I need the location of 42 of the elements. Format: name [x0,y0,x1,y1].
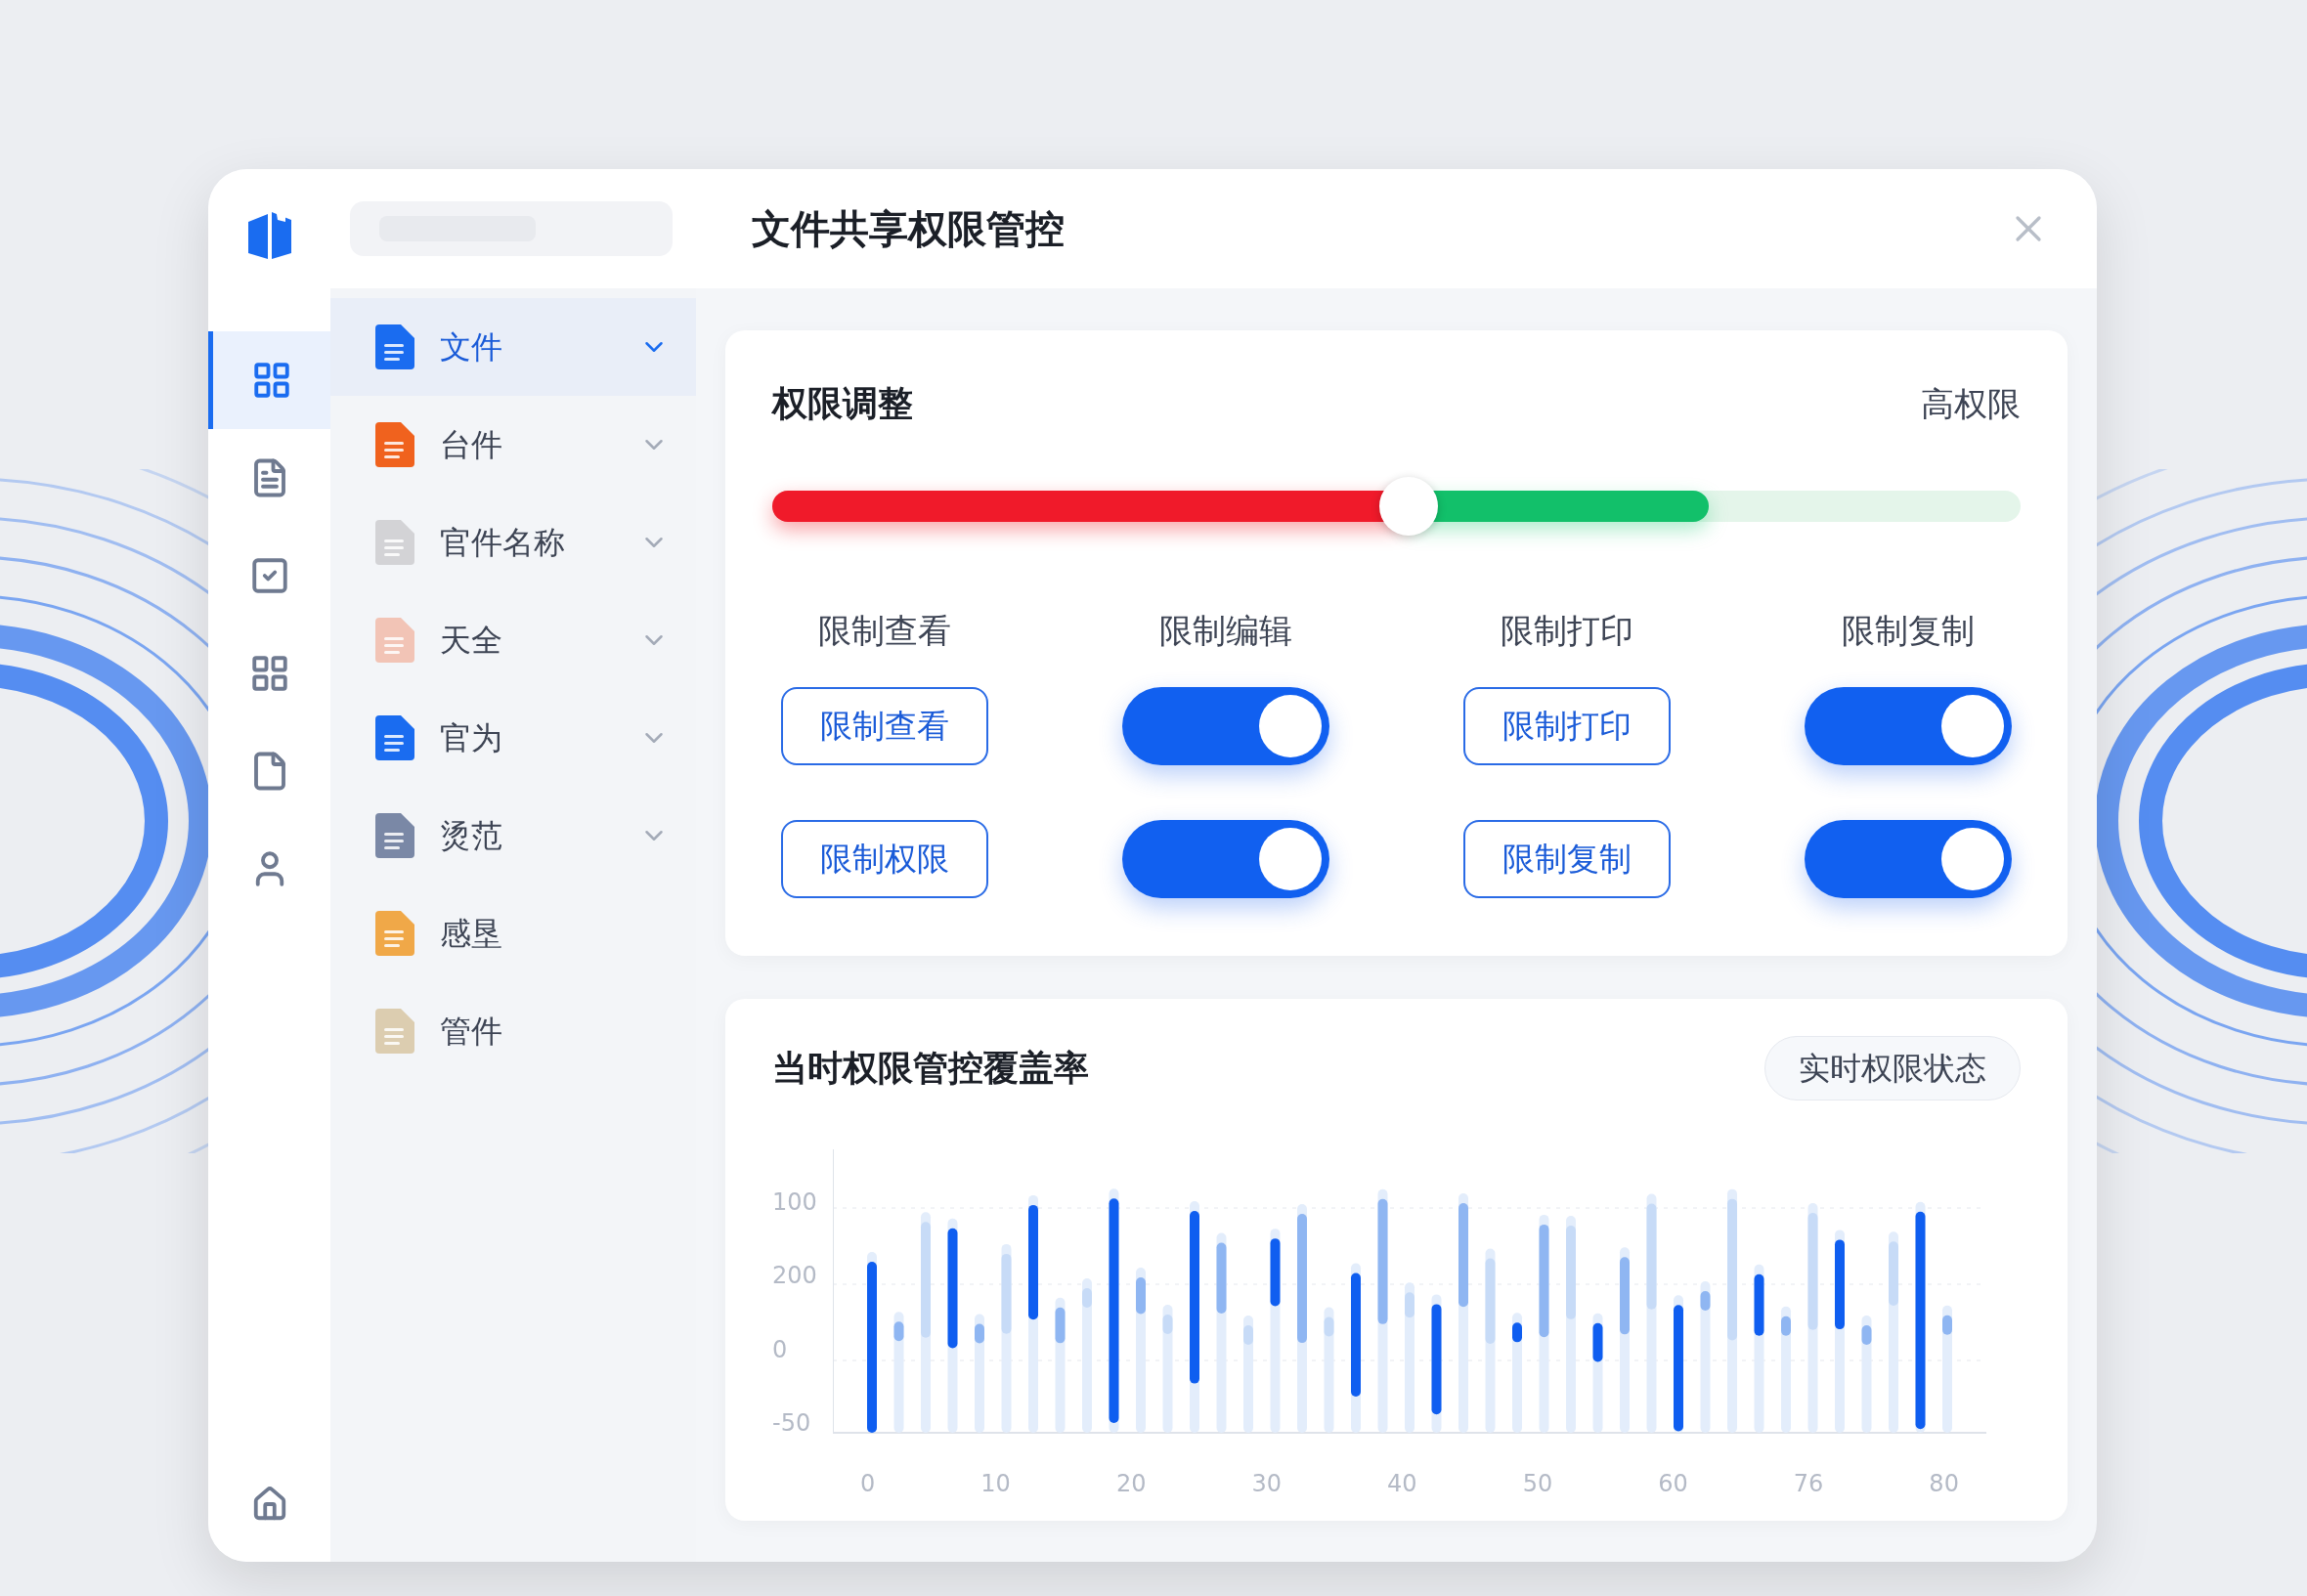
axis-label: -50 [772,1411,812,1435]
axis-label: 200 [772,1264,818,1288]
axis-label: 80 [1929,1469,1959,1499]
status-pill[interactable]: 实时权限状态 [1764,1036,2021,1100]
nav-item[interactable]: 官为 [330,689,696,787]
restrict-button[interactable]: 限制打印 [1463,687,1672,765]
grid-icon [251,360,292,401]
nav-item[interactable]: 天全 [330,591,696,689]
toggle-switch[interactable] [1805,687,2013,765]
nav-item[interactable]: 文件 [330,298,696,396]
column-heading: 限制打印 [1501,610,1634,652]
axis-label: 76 [1793,1469,1824,1499]
column-heading: 限制查看 [817,610,951,652]
column-heading: 限制编辑 [1158,610,1292,652]
axis-label: 50 [1522,1469,1553,1499]
axis-label: 0 [860,1469,876,1499]
card-title: 当时权限管控覆盖率 [772,1047,1089,1090]
axis-label: 10 [980,1469,1011,1499]
restrict-button[interactable]: 限制权限 [780,820,988,898]
window-title: 文件共享权限管控 [752,205,1065,253]
toggle-switch[interactable] [1121,687,1329,765]
axis-label: 20 [1115,1469,1147,1499]
nav-item[interactable]: 官件名称 [330,494,696,591]
rail-button[interactable] [208,331,330,429]
axis-label: 0 [772,1337,789,1361]
restrict-button[interactable]: 限制复制 [1463,820,1672,898]
axis-label: 100 [772,1190,818,1214]
nav-item[interactable]: 管件 [330,982,696,1080]
column-heading: 限制复制 [1842,610,1976,652]
toggle-switch[interactable] [1121,820,1329,898]
level-label: 高权限 [1921,382,2021,425]
restrict-button[interactable]: 限制查看 [780,687,988,765]
permission-slider[interactable] [772,477,2021,536]
axis-label: 30 [1251,1469,1282,1499]
axis-label: 60 [1658,1469,1688,1499]
nav-item[interactable]: 感垦 [330,884,696,982]
slider-thumb[interactable] [1379,477,1439,536]
axis-label: 40 [1387,1469,1417,1499]
nav-item[interactable]: 烫范 [330,787,696,884]
card-title: 权限调整 [772,382,913,425]
toggle-switch[interactable] [1805,820,2013,898]
nav-item[interactable]: 台件 [330,396,696,494]
